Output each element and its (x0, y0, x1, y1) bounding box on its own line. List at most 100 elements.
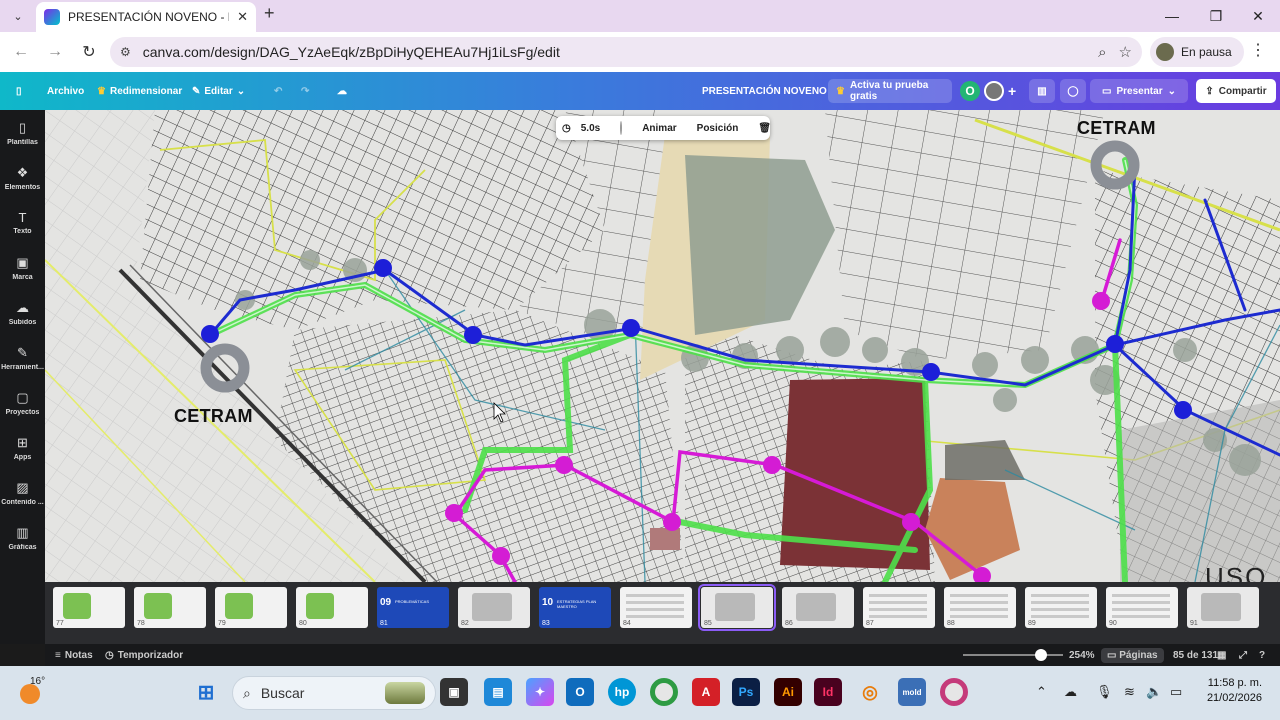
timer-button[interactable]: ◷ Temporizador (105, 644, 183, 666)
animate-button[interactable]: Animar (642, 123, 676, 134)
page-thumbnail[interactable]: 80 (296, 587, 368, 628)
share-button[interactable]: ⇪ Compartir (1196, 79, 1276, 103)
pages-button[interactable]: ▭ Páginas (1101, 647, 1164, 663)
menu-archivo[interactable]: Archivo (47, 72, 84, 110)
zoom-slider-handle[interactable] (1035, 649, 1047, 661)
taskbar-search[interactable]: ⌕ Buscar (232, 676, 436, 710)
back-icon[interactable]: ← (4, 35, 38, 69)
page-thumbnail[interactable]: 79 (215, 587, 287, 628)
autocad-icon[interactable]: A (692, 678, 720, 706)
sidebar-item-texto[interactable]: T Texto (0, 200, 45, 245)
color-swatch[interactable] (620, 121, 623, 135)
onedrive-icon[interactable]: ☁ (1064, 684, 1077, 700)
omnibox[interactable]: ⚙ canva.com/design/DAG_YzAeEqk/zBpDiHyQE… (110, 37, 1142, 67)
volume-icon[interactable]: 🔈 (1146, 684, 1162, 700)
timer-icon[interactable]: ◷ (562, 123, 571, 134)
sidebar-item-apps[interactable]: ⊞ Apps (0, 425, 45, 470)
redo-icon[interactable]: ↷ (301, 72, 309, 110)
outlook-icon[interactable]: O (566, 678, 594, 706)
sidebar-item-marca[interactable]: ▣ Marca (0, 245, 45, 290)
duration-value[interactable]: 5.0s (581, 123, 600, 134)
page-thumbnail[interactable]: 10 ESTRATEGIAS PLAN MAESTRO 83 (539, 587, 611, 628)
url-text[interactable]: canva.com/design/DAG_YzAeEqk/zBpDiHyQEHE… (143, 44, 1086, 60)
zoom-slider[interactable] (963, 654, 1063, 656)
sidebar-toggle-icon[interactable]: ▯ (16, 72, 22, 110)
microphone-icon[interactable]: 🎙 (1096, 684, 1113, 700)
bookmark-star-icon[interactable]: ☆ (1119, 43, 1132, 61)
zoom-lens-icon[interactable]: ⌕ (1098, 44, 1106, 61)
urban-map[interactable] (45, 110, 1280, 582)
indesign-icon[interactable]: Id (814, 678, 842, 706)
hp-icon[interactable]: hp (608, 678, 636, 706)
page-thumbnail[interactable]: 78 (134, 587, 206, 628)
page-thumbnail[interactable]: 82 (458, 587, 530, 628)
tray-overflow-icon[interactable]: ⌃ (1036, 684, 1047, 700)
tab-search-chevron-icon[interactable]: ⌄ (0, 0, 36, 32)
battery-icon[interactable]: ▭ (1170, 684, 1182, 700)
avatar[interactable] (984, 81, 1004, 101)
zoom-level[interactable]: 254% (1069, 644, 1095, 666)
add-collaborator-icon[interactable]: + (1008, 83, 1016, 99)
maximize-icon[interactable]: ❐ (1194, 0, 1238, 32)
cloud-save-icon[interactable]: ☁ (337, 72, 347, 110)
trial-button[interactable]: ♛ Activa tu prueba gratis (828, 79, 952, 103)
chrome-icon[interactable] (650, 678, 678, 706)
blender-icon[interactable]: ◎ (856, 678, 884, 706)
design-canvas[interactable]: CETRAM CETRAM USO (45, 110, 1280, 582)
sidebar-item-gráficas[interactable]: ▥ Gráficas (0, 515, 45, 560)
sidebar-item-herramient[interactable]: ✎ Herramient... (0, 335, 45, 380)
mold-app-icon[interactable]: mold (898, 678, 926, 706)
trash-icon[interactable]: 🗑 (758, 123, 771, 134)
menu-editar[interactable]: ✎ Editar ⌄ (192, 72, 245, 110)
notes-button[interactable]: ≡ Notas (55, 644, 93, 666)
page-thumbnail[interactable]: 09 PROBLEMÁTICAS 81 (377, 587, 449, 628)
copilot-icon[interactable]: ✦ (526, 678, 554, 706)
sidebar-item-plantillas[interactable]: ▯ Plantillas (0, 110, 45, 155)
page-thumbnail[interactable]: 86 (782, 587, 854, 628)
page-thumbnail[interactable]: 89 (1025, 587, 1097, 628)
task-view-icon[interactable]: ▣ (440, 678, 468, 706)
browser-tab[interactable]: PRESENTACIÓN NOVENO - Pre ✕ (36, 2, 256, 32)
page-thumbnail[interactable]: 77 (53, 587, 125, 628)
analytics-icon[interactable]: ▥ (1029, 79, 1055, 103)
minimize-icon[interactable]: — (1150, 0, 1194, 32)
photoshop-icon[interactable]: Ps (732, 678, 760, 706)
close-window-icon[interactable]: ✕ (1236, 0, 1280, 32)
site-info-icon[interactable]: ⚙ (120, 45, 131, 59)
chevron-down-icon[interactable]: ⌄ (1168, 86, 1176, 97)
sidebar-item-elementos[interactable]: ❖ Elementos (0, 155, 45, 200)
help-icon[interactable]: ? (1259, 644, 1265, 666)
page-thumbnail[interactable]: 84 (620, 587, 692, 628)
sidebar-item-contenido[interactable]: ▨ Contenido ... (0, 470, 45, 515)
new-tab-icon[interactable]: + (264, 3, 275, 24)
wifi-icon[interactable]: ≋ (1124, 684, 1135, 700)
close-tab-icon[interactable]: ✕ (237, 9, 248, 25)
grid-view-icon[interactable]: ▦ (1217, 644, 1226, 666)
sidebar-item-proyectos[interactable]: ▢ Proyectos (0, 380, 45, 425)
forward-icon[interactable]: → (38, 35, 72, 69)
page-thumbnail[interactable]: 85 (698, 584, 776, 631)
page-thumbnail[interactable]: 88 (944, 587, 1016, 628)
sidebar-item-subidos[interactable]: ☁ Subidos (0, 290, 45, 335)
present-button[interactable]: ▭ Presentar ⌄ (1090, 79, 1188, 103)
comments-icon[interactable]: ◯ (1060, 79, 1086, 103)
menu-redimensionar[interactable]: ♛ Redimensionar (97, 72, 182, 110)
document-title[interactable]: PRESENTACIÓN NOVENO (702, 72, 827, 110)
page-thumbnail[interactable]: 91 (1187, 587, 1259, 628)
chrome-profile-icon[interactable] (940, 678, 968, 706)
illustrator-icon[interactable]: Ai (774, 678, 802, 706)
weather-widget[interactable]: 16° (18, 674, 58, 714)
page-thumbnail[interactable]: 90 (1106, 587, 1178, 628)
profile-button[interactable]: En pausa (1150, 37, 1244, 67)
collaborators[interactable]: O + (960, 72, 1016, 110)
avatar[interactable]: O (960, 81, 980, 101)
undo-icon[interactable]: ↶ (274, 72, 282, 110)
browser-menu-icon[interactable]: ⋮ (1250, 40, 1266, 60)
start-windows-icon[interactable]: ⊞ (192, 678, 220, 706)
page-thumbnail[interactable]: 87 (863, 587, 935, 628)
teams-icon[interactable]: ▤ (484, 678, 512, 706)
reload-icon[interactable]: ↻ (72, 35, 106, 69)
system-clock[interactable]: 11:58 p. m. 21/02/2026 (1194, 676, 1262, 706)
position-button[interactable]: Posición (697, 123, 739, 134)
fullscreen-icon[interactable]: ⤢ (1239, 644, 1247, 666)
